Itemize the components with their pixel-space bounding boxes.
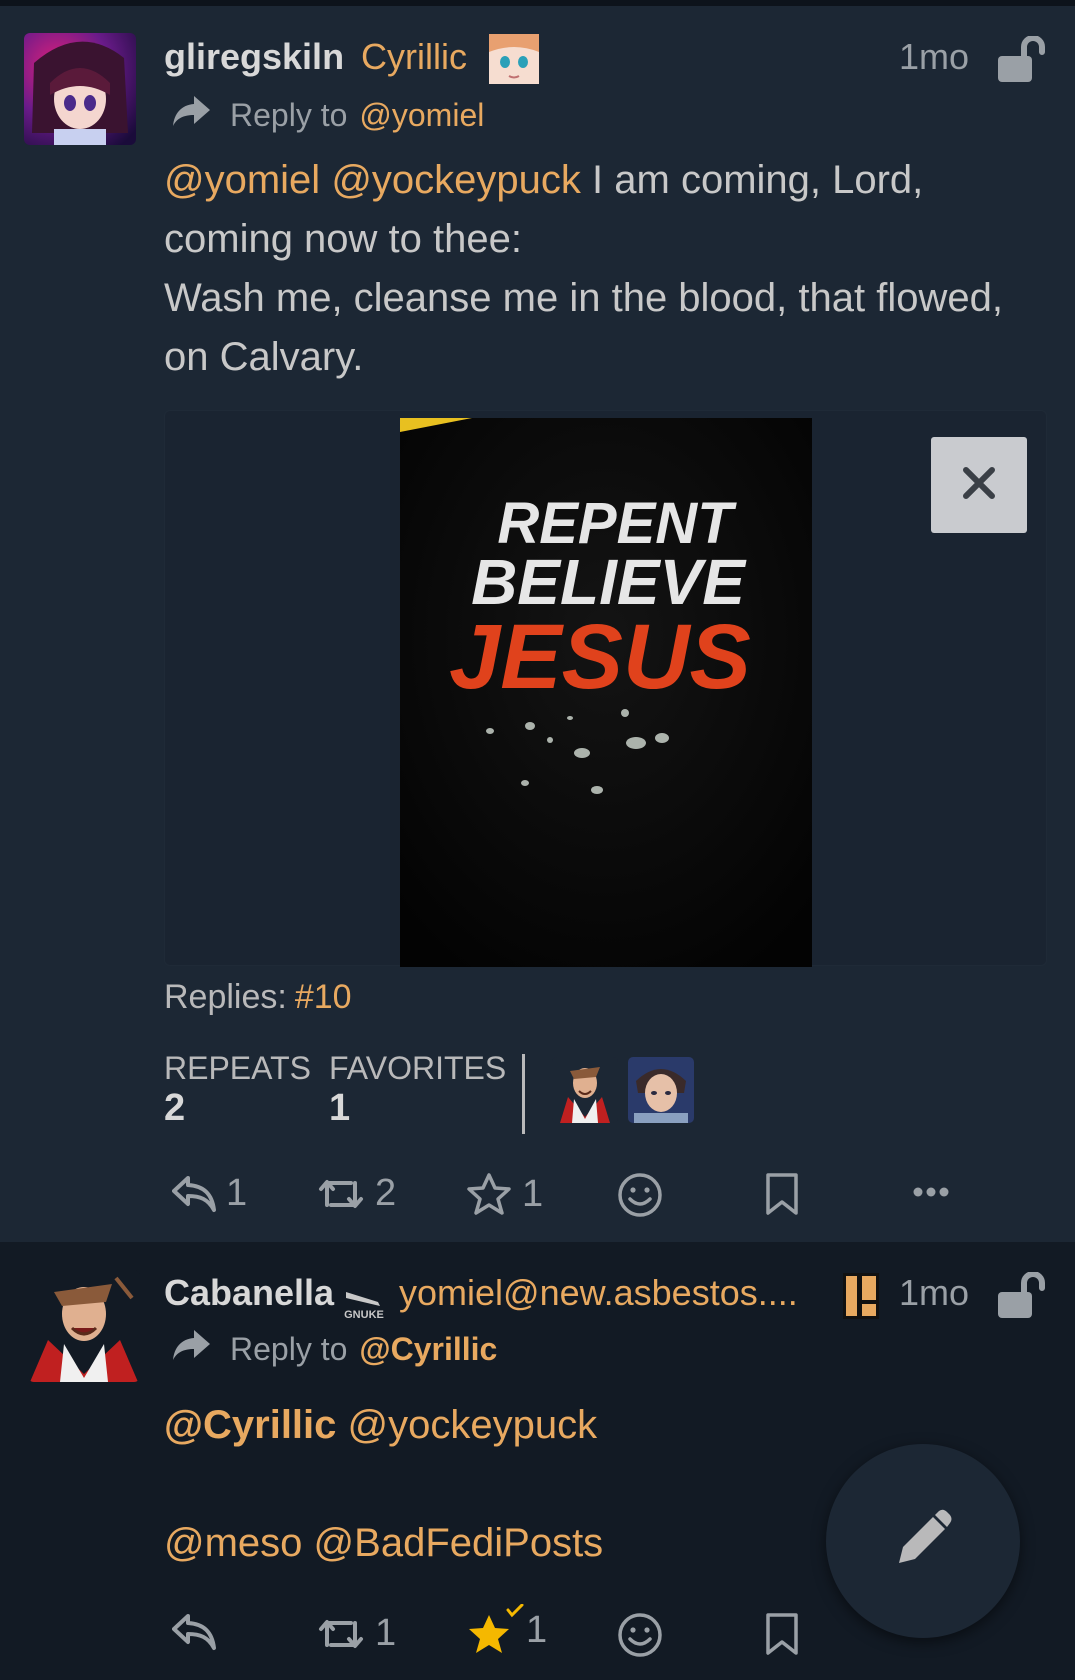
reply-button[interactable]: 1 bbox=[172, 1172, 247, 1215]
custom-emoji: GNUKE bbox=[344, 1286, 384, 1321]
reply-to-mention[interactable]: @Cyrillic bbox=[359, 1331, 497, 1368]
repeats-count: 2 bbox=[164, 1087, 186, 1129]
unlock-icon bbox=[998, 35, 1046, 87]
mention-link[interactable]: @yomiel bbox=[164, 158, 320, 202]
pleroma-icon bbox=[843, 1273, 879, 1319]
user-avatar[interactable] bbox=[24, 33, 136, 145]
stats-divider bbox=[522, 1054, 525, 1134]
attachment-image[interactable]: REPENT BELIEVE JESUS bbox=[400, 418, 812, 967]
repeat-icon bbox=[317, 1175, 365, 1213]
react-button[interactable] bbox=[617, 1172, 663, 1218]
post-time[interactable]: 1mo bbox=[899, 1272, 969, 1314]
reply-to-mention[interactable]: @yomiel bbox=[359, 97, 484, 134]
mention-link[interactable]: @yockeypuck bbox=[348, 1403, 598, 1447]
close-media-button[interactable] bbox=[931, 437, 1027, 533]
react-button[interactable] bbox=[617, 1612, 663, 1658]
emoji-icon bbox=[617, 1612, 663, 1658]
bookmark-icon bbox=[764, 1612, 800, 1656]
content-text: Wash me, cleanse me in the blood, that f… bbox=[164, 276, 1003, 320]
reactor-avatar[interactable] bbox=[628, 1057, 694, 1123]
favorite-button[interactable]: 1 bbox=[466, 1604, 547, 1656]
reactor-avatar[interactable] bbox=[552, 1057, 618, 1123]
star-icon bbox=[466, 1172, 512, 1216]
status-post: gliregskiln Cyrillic 1mo Reply to @yomie… bbox=[0, 6, 1075, 1242]
reply-icon bbox=[172, 1174, 216, 1214]
custom-emoji bbox=[489, 34, 539, 84]
favorite-count: 1 bbox=[526, 1608, 548, 1651]
favorites-count: 1 bbox=[329, 1087, 351, 1129]
repeats-label: REPEATS bbox=[164, 1050, 311, 1086]
emoji-icon bbox=[617, 1172, 663, 1218]
unlock-icon bbox=[998, 1271, 1046, 1323]
reply-to-label: Reply to bbox=[230, 96, 348, 133]
mention-link[interactable]: @yockeypuck bbox=[331, 158, 581, 202]
pencil-icon bbox=[893, 1509, 953, 1574]
more-icon bbox=[912, 1186, 950, 1198]
shirt-text: JESUS bbox=[449, 606, 751, 708]
repeat-button[interactable]: 2 bbox=[317, 1172, 396, 1215]
mention-link[interactable]: @BadFediPosts bbox=[314, 1521, 604, 1565]
repeat-button[interactable]: 1 bbox=[317, 1612, 396, 1655]
user-avatar[interactable] bbox=[28, 1270, 140, 1382]
reply-link[interactable]: #10 bbox=[295, 978, 352, 1016]
user-handle[interactable]: Cyrillic bbox=[361, 36, 467, 78]
mention-link[interactable]: @Cyrillic bbox=[164, 1403, 336, 1447]
favorite-count: 1 bbox=[522, 1172, 544, 1215]
status-content: @yomiel @yockeypuck I am coming, Lord, c… bbox=[164, 151, 1064, 387]
reply-icon bbox=[172, 1612, 216, 1652]
bookmark-button[interactable] bbox=[764, 1172, 800, 1216]
repeats-stat[interactable]: REPEATS 2 bbox=[164, 1050, 311, 1130]
favorites-label: FAVORITES bbox=[329, 1050, 507, 1086]
favorites-stat[interactable]: FAVORITES 1 bbox=[329, 1050, 506, 1130]
reply-count: 1 bbox=[226, 1172, 248, 1214]
display-name[interactable]: Cabanella bbox=[164, 1272, 334, 1314]
reply-arrow-icon bbox=[172, 94, 212, 136]
reply-button[interactable] bbox=[172, 1612, 216, 1652]
bookmark-icon bbox=[764, 1172, 800, 1216]
display-name[interactable]: gliregskiln bbox=[164, 36, 344, 78]
repeat-count: 1 bbox=[375, 1612, 397, 1654]
bookmark-button[interactable] bbox=[764, 1612, 800, 1656]
mention-link[interactable]: @meso bbox=[164, 1521, 302, 1565]
reply-to-line: Reply to @Cyrillic bbox=[172, 1328, 497, 1370]
star-filled-icon bbox=[466, 1604, 526, 1656]
repeat-icon bbox=[317, 1615, 365, 1653]
badge-text: GNUKE bbox=[344, 1309, 384, 1320]
content-text: on Calvary. bbox=[164, 335, 364, 379]
post-time[interactable]: 1mo bbox=[899, 36, 969, 78]
close-icon bbox=[962, 466, 996, 505]
content-text: coming now to thee: bbox=[164, 217, 522, 261]
content-text: I am coming, Lord, bbox=[580, 158, 924, 202]
user-handle[interactable]: yomiel@new.asbestos.... bbox=[399, 1272, 798, 1314]
reply-to-line: Reply to @yomiel bbox=[172, 94, 484, 136]
more-button[interactable] bbox=[912, 1186, 950, 1198]
status-content: @Cyrillic @yockeypuck @meso @BadFediPost… bbox=[164, 1396, 824, 1573]
repeat-count: 2 bbox=[375, 1172, 397, 1214]
compose-button[interactable] bbox=[826, 1444, 1020, 1638]
replies-line: Replies: #10 bbox=[164, 978, 352, 1017]
favorite-button[interactable]: 1 bbox=[466, 1172, 543, 1216]
reply-to-label: Reply to bbox=[230, 1330, 348, 1367]
reply-arrow-icon bbox=[172, 1328, 212, 1370]
replies-label: Replies: bbox=[164, 978, 287, 1016]
